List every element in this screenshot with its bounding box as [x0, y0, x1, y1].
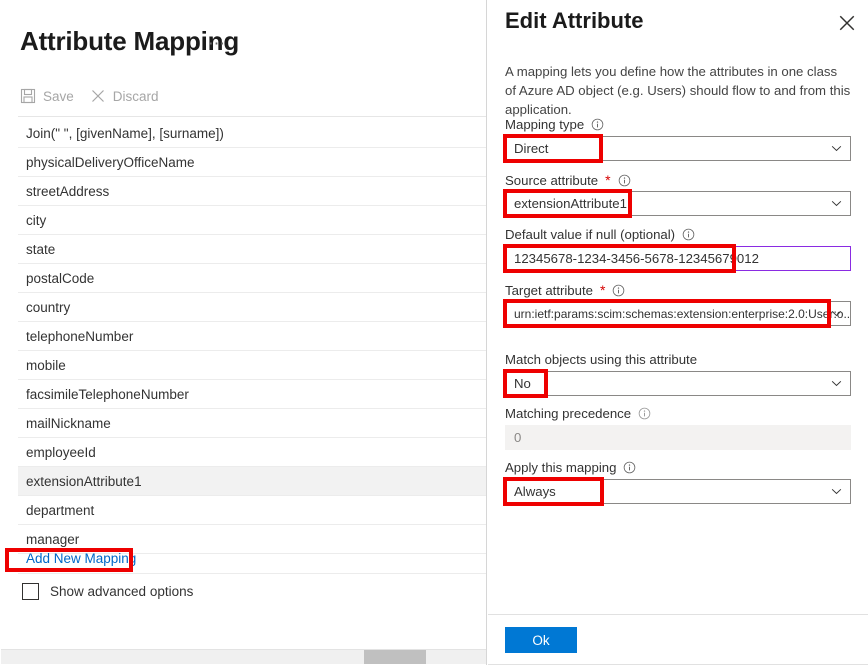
default-value-label: Default value if null (optional) [505, 227, 695, 242]
info-icon[interactable] [612, 284, 625, 297]
close-icon[interactable] [838, 14, 856, 32]
info-icon[interactable] [682, 228, 695, 241]
chevron-down-icon [831, 380, 842, 387]
save-button[interactable]: Save [20, 88, 74, 104]
info-icon[interactable] [591, 118, 604, 131]
discard-label: Discard [112, 88, 159, 104]
target-attribute-label: Target attribute * [505, 282, 625, 298]
scrollbar-thumb[interactable] [364, 650, 426, 664]
attribute-row[interactable]: state [18, 235, 486, 264]
ok-button[interactable]: Ok [505, 627, 577, 653]
attribute-row[interactable]: physicalDeliveryOfficeName [18, 148, 486, 177]
show-advanced-options-label: Show advanced options [50, 584, 194, 599]
add-new-mapping-link[interactable]: Add New Mapping [26, 545, 136, 573]
discard-button[interactable]: Discard [90, 88, 159, 104]
attribute-row[interactable]: country [18, 293, 486, 322]
attribute-row[interactable]: mobile [18, 351, 486, 380]
show-advanced-options-checkbox[interactable]: Show advanced options [22, 583, 193, 600]
attribute-row[interactable]: extensionAttribute1 [18, 467, 486, 496]
attribute-row[interactable]: streetAddress [18, 177, 486, 206]
footer-divider [488, 614, 868, 615]
attribute-row[interactable]: mailNickname [18, 409, 486, 438]
chevron-down-icon [831, 200, 842, 207]
attribute-row[interactable]: facsimileTelephoneNumber [18, 380, 486, 409]
horizontal-scrollbar[interactable] [1, 649, 486, 664]
close-x-icon [91, 90, 104, 102]
edit-attribute-panel: Edit Attribute A mapping lets you define… [488, 0, 868, 665]
attribute-mapping-pane: Attribute Mapping ⋯ Save Discard Join(" … [0, 0, 487, 665]
toolbar-divider [18, 116, 486, 117]
attribute-list: Join(" ", [givenName], [surname]) physica… [18, 119, 486, 554]
default-value-input[interactable]: 12345678-1234-3456-5678-12345679012 [505, 246, 851, 271]
attribute-row[interactable]: postalCode [18, 264, 486, 293]
toolbar: Save Discard [20, 88, 159, 104]
add-new-mapping-row[interactable]: Add New Mapping [18, 545, 486, 574]
chevron-down-icon [831, 145, 842, 152]
save-label: Save [43, 88, 74, 104]
panel-description: A mapping lets you define how the attrib… [505, 64, 851, 117]
attribute-row[interactable]: department [18, 496, 486, 525]
info-icon[interactable] [638, 407, 651, 420]
attribute-row[interactable]: telephoneNumber [18, 322, 486, 351]
mapping-type-dropdown[interactable]: Direct [505, 136, 851, 161]
apply-mapping-label: Apply this mapping [505, 460, 636, 475]
source-attribute-dropdown[interactable]: extensionAttribute1 [505, 191, 851, 216]
target-attribute-dropdown[interactable]: urn:ietf:params:scim:schemas:extension:e… [505, 301, 851, 326]
attribute-row[interactable]: city [18, 206, 486, 235]
checkbox-box[interactable] [22, 583, 39, 600]
save-icon [20, 88, 36, 104]
match-objects-dropdown[interactable]: No [505, 371, 851, 396]
page-title: Attribute Mapping [20, 26, 240, 56]
attribute-row[interactable]: Join(" ", [givenName], [surname]) [18, 119, 486, 148]
info-icon[interactable] [618, 174, 631, 187]
attribute-row[interactable]: employeeId [18, 438, 486, 467]
panel-title: Edit Attribute [505, 8, 644, 33]
required-indicator: * [599, 282, 606, 298]
matching-precedence-label: Matching precedence [505, 406, 651, 421]
mapping-type-label: Mapping type [505, 117, 604, 132]
apply-mapping-dropdown[interactable]: Always [505, 479, 851, 504]
chevron-down-icon [831, 488, 842, 495]
required-indicator: * [605, 172, 611, 188]
source-attribute-label: Source attribute * [505, 172, 631, 188]
more-options-icon[interactable]: ⋯ [208, 34, 226, 54]
matching-precedence-input: 0 [505, 425, 851, 450]
match-objects-label: Match objects using this attribute [505, 352, 698, 367]
info-icon[interactable] [623, 461, 636, 474]
